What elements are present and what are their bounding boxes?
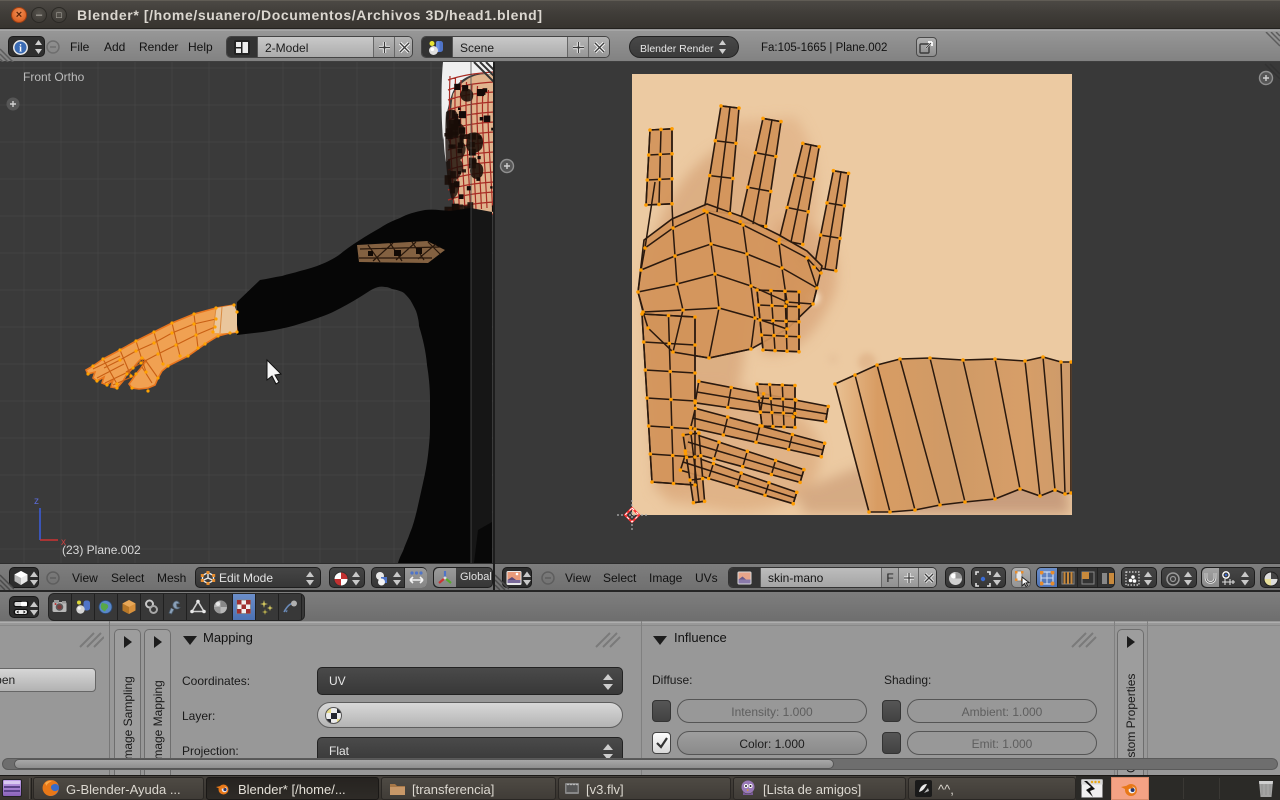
svg-text:z: z <box>34 496 39 507</box>
svg-text:Front Ortho: Front Ortho <box>23 70 85 84</box>
svg-text:Image Mapping: Image Mapping <box>151 680 165 763</box>
svg-text:i: i <box>19 44 22 55</box>
svg-text:Image Sampling: Image Sampling <box>121 676 135 763</box>
svg-text:(23) Plane.002: (23) Plane.002 <box>62 543 141 557</box>
